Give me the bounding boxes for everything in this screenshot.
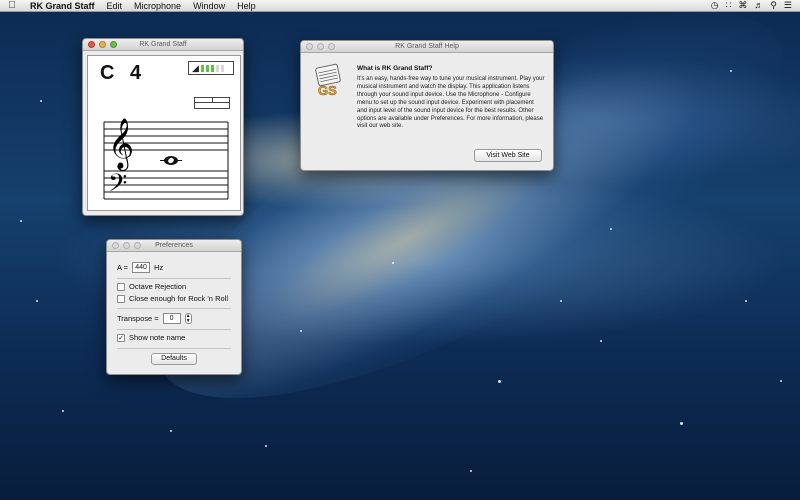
visit-web-site-button[interactable]: Visit Web Site	[474, 149, 542, 162]
bluetooth-icon[interactable]: ∷	[726, 0, 732, 11]
separator	[117, 348, 231, 349]
app-icon-label: GS	[318, 83, 337, 97]
zoom-window-button[interactable]	[110, 41, 117, 48]
note-name-display: C 4	[100, 62, 142, 85]
reference-pitch-row: A = 440 Hz	[117, 262, 163, 273]
tuner-titlebar[interactable]: RK Grand Staff	[83, 39, 243, 51]
help-body-text: It's an easy, hands-free way to tune you…	[357, 76, 545, 130]
separator	[117, 329, 231, 330]
level-segment	[200, 64, 204, 72]
tuning-deviation-meter	[194, 97, 230, 109]
help-window-title: RK Grand Staff Help	[395, 43, 459, 50]
menu-edit[interactable]: Edit	[101, 1, 129, 11]
octave-rejection-label: Octave Rejection	[129, 282, 187, 291]
preferences-window: Preferences A = 440 Hz Octave Rejection …	[106, 239, 242, 375]
menu-microphone[interactable]: Microphone	[128, 1, 187, 11]
note-letter: C	[100, 62, 116, 84]
level-segment	[210, 64, 214, 72]
close-enough-label: Close enough for Rock 'n Roll	[129, 294, 228, 303]
level-segment	[215, 64, 219, 72]
show-note-name-row: ✓ Show note name	[117, 333, 185, 342]
tuner-window-controls	[83, 41, 117, 48]
speaker-icon: ◢	[192, 62, 199, 73]
help-heading: What is RK Grand Staff?	[357, 65, 433, 72]
menu-help[interactable]: Help	[231, 1, 262, 11]
zoom-window-button[interactable]	[134, 242, 141, 249]
note-head-icon	[160, 156, 182, 165]
spotlight-search-icon[interactable]: ⚲	[770, 0, 777, 11]
menu-bar:  RK Grand Staff Edit Microphone Window …	[0, 0, 800, 12]
grand-staff: 𝄞 𝄢	[103, 118, 229, 204]
minimize-window-button[interactable]	[99, 41, 106, 48]
help-titlebar[interactable]: RK Grand Staff Help	[301, 41, 553, 53]
level-segment	[220, 64, 224, 72]
minimize-window-button[interactable]	[123, 242, 130, 249]
bass-clef-icon: 𝄢	[108, 169, 127, 204]
a-label: A =	[117, 263, 129, 272]
show-note-name-label: Show note name	[129, 333, 186, 342]
close-window-button[interactable]	[306, 43, 313, 50]
wifi-icon[interactable]: ⌘	[738, 0, 747, 11]
separator	[117, 278, 231, 279]
transpose-label: Transpose =	[117, 314, 159, 323]
a-frequency-input[interactable]: 440	[132, 262, 151, 273]
minimize-window-button[interactable]	[317, 43, 324, 50]
octave-rejection-checkbox[interactable]	[117, 282, 125, 291]
menu-status-area: ◷ ∷ ⌘ ♬ ⚲ ☰	[711, 0, 800, 11]
octave-rejection-row: Octave Rejection	[117, 282, 186, 291]
treble-clef-icon: 𝄞	[108, 118, 134, 171]
separator	[117, 308, 231, 309]
preferences-titlebar[interactable]: Preferences	[107, 240, 241, 252]
note-octave: 4	[130, 62, 143, 84]
transpose-input[interactable]: 0	[162, 313, 181, 324]
apple-menu-icon[interactable]: 	[0, 0, 24, 11]
app-icon: GS	[315, 63, 341, 97]
tuner-display: C 4 ◢ 𝄞 𝄢	[87, 55, 241, 211]
help-window-controls	[301, 43, 335, 50]
volume-icon[interactable]: ♬	[754, 0, 763, 11]
transpose-row: Transpose = 0 ▲ ▼	[117, 313, 192, 324]
menu-app-name[interactable]: RK Grand Staff	[24, 1, 101, 11]
help-window: RK Grand Staff Help GS What is RK Grand …	[300, 40, 554, 171]
defaults-button[interactable]: Defaults	[151, 353, 197, 365]
notification-center-icon[interactable]: ☰	[784, 0, 792, 11]
hz-label: Hz	[154, 263, 164, 272]
close-enough-row: Close enough for Rock 'n Roll	[117, 294, 228, 303]
input-level-meter: ◢	[188, 61, 234, 75]
close-enough-checkbox[interactable]	[117, 294, 125, 303]
zoom-window-button[interactable]	[328, 43, 335, 50]
preferences-window-controls	[107, 242, 141, 249]
show-note-name-checkbox[interactable]: ✓	[117, 333, 125, 342]
close-window-button[interactable]	[112, 242, 119, 249]
tuner-window: RK Grand Staff C 4 ◢ 𝄞 𝄢	[82, 38, 244, 216]
menu-window[interactable]: Window	[187, 1, 231, 11]
level-segment	[205, 64, 209, 72]
time-machine-icon[interactable]: ◷	[711, 0, 719, 11]
close-window-button[interactable]	[88, 41, 95, 48]
transpose-stepper[interactable]: ▲ ▼	[184, 313, 192, 324]
preferences-body: A = 440 Hz Octave Rejection Close enough…	[107, 253, 241, 374]
